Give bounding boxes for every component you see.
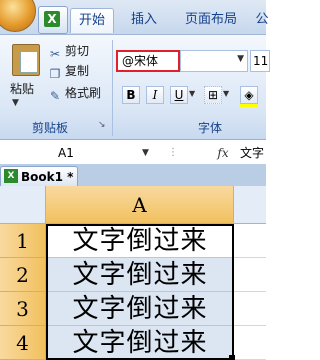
tab-home[interactable]: 开始 <box>70 8 114 33</box>
row-header-3[interactable]: 3 <box>0 292 46 326</box>
tab-insert[interactable]: 插入 <box>124 8 164 32</box>
borders-button[interactable]: ⊞ <box>204 86 222 104</box>
row-header-2[interactable]: 2 <box>0 258 46 292</box>
cut-button[interactable]: ✂ 剪切 <box>48 42 90 61</box>
paste-dropdown-arrow-icon[interactable]: ▼ <box>12 98 19 108</box>
fill-color-swatch <box>240 104 258 107</box>
cut-label: 剪切 <box>65 44 90 58</box>
fill-handle[interactable] <box>229 355 235 360</box>
paste-icon[interactable] <box>12 44 40 76</box>
paste-button[interactable]: 粘贴 <box>10 80 34 98</box>
formula-input[interactable]: 文字 <box>240 143 280 163</box>
underline-button[interactable]: U <box>170 86 188 104</box>
borders-icon: ⊞ <box>207 88 219 102</box>
tab-formulas[interactable]: 公 <box>252 8 272 32</box>
row-header-1[interactable]: 1 <box>0 224 46 258</box>
excel-icon: X <box>44 11 60 27</box>
font-group-label: 字体 <box>197 121 222 135</box>
excel-app-icon[interactable]: X <box>38 6 68 34</box>
group-divider <box>112 40 113 136</box>
copy-icon: ❐ <box>49 67 61 81</box>
name-box-dropdown-icon[interactable]: ▼ <box>142 148 149 158</box>
column-header-a[interactable]: A <box>46 186 234 224</box>
tab-page-layout[interactable]: 页面布局 <box>176 8 246 32</box>
font-name-input[interactable]: @宋体 <box>116 50 180 72</box>
name-box[interactable]: A1 <box>0 143 148 163</box>
borders-dropdown-icon[interactable]: ▼ <box>223 89 229 98</box>
italic-button[interactable]: I <box>146 86 164 104</box>
paint-bucket-icon: ◈ <box>244 88 254 102</box>
column-header-b[interactable] <box>234 186 266 224</box>
workbook-excel-icon: X <box>4 169 18 183</box>
copy-label: 复制 <box>65 64 90 78</box>
cell-b2[interactable] <box>234 258 266 292</box>
format-painter-label: 格式刷 <box>65 86 102 100</box>
clipboard-group-label: 剪贴板 <box>31 121 68 135</box>
fill-color-button[interactable]: ◈ <box>240 86 258 104</box>
formula-bar-handle-icon: ⋮ <box>168 147 178 158</box>
insert-function-button[interactable]: fx <box>212 143 234 163</box>
cell-b4[interactable] <box>234 326 266 360</box>
cell-b1[interactable] <box>234 224 266 258</box>
font-size-input[interactable]: 11 <box>250 50 270 72</box>
brush-icon: ✎ <box>49 89 61 103</box>
format-painter-button[interactable]: ✎ 格式刷 <box>48 84 102 103</box>
underline-dropdown-icon[interactable]: ▼ <box>189 89 195 98</box>
cell-b3[interactable] <box>234 292 266 326</box>
clipboard-launcher-icon[interactable]: ↘ <box>98 120 106 130</box>
font-name-dropdown[interactable]: ▼ <box>180 50 248 72</box>
selection-range <box>46 224 234 360</box>
select-all-corner[interactable] <box>0 186 46 224</box>
row-header-4[interactable]: 4 <box>0 326 46 360</box>
copy-button[interactable]: ❐ 复制 <box>48 62 90 81</box>
bold-button[interactable]: B <box>122 86 140 104</box>
scissors-icon: ✂ <box>49 47 61 61</box>
chevron-down-icon: ▼ <box>237 54 244 64</box>
